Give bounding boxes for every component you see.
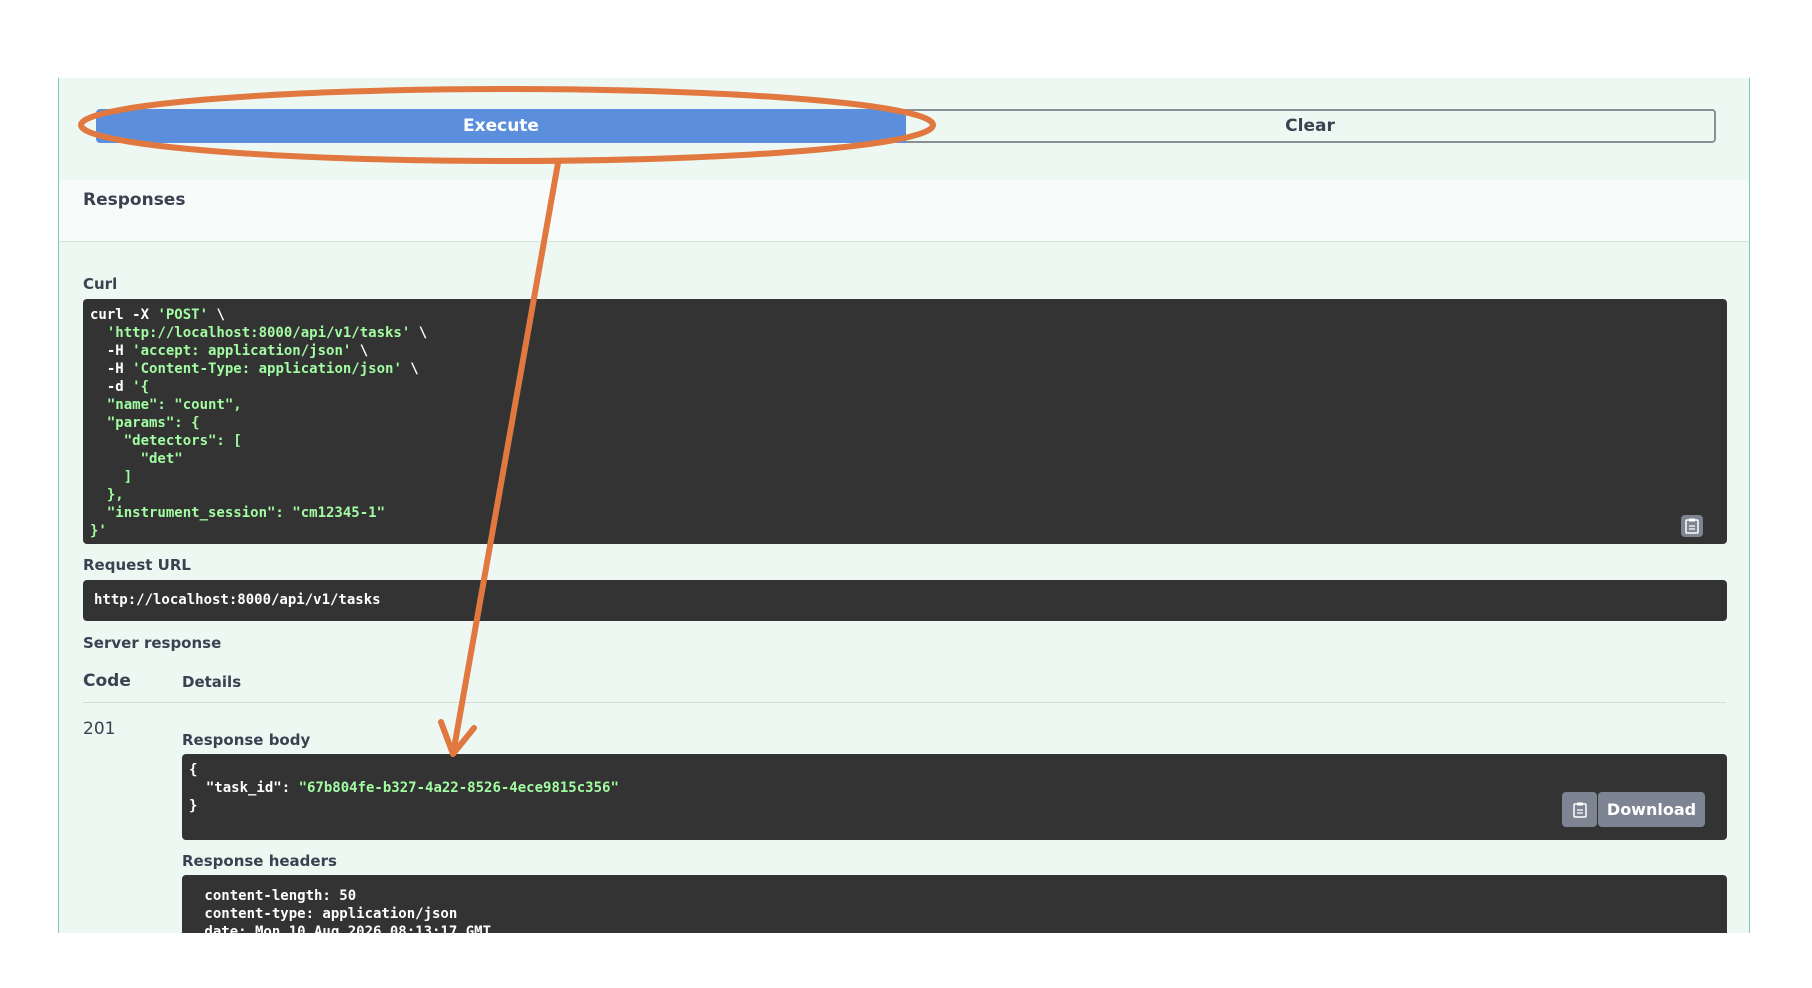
response-body-label: Response body	[182, 731, 311, 749]
clipboard-copy-icon	[1685, 518, 1699, 534]
responses-header: Responses	[59, 180, 1749, 242]
clear-button[interactable]: Clear	[906, 109, 1716, 143]
code-column-header: Code	[83, 671, 131, 691]
response-headers-label: Response headers	[182, 852, 337, 870]
response-body-line: "task_id": "67b804fe-b327-4a22-8526-4ece…	[189, 780, 619, 796]
details-column-header: Details	[182, 673, 242, 691]
curl-line: "name": "count",	[90, 397, 242, 413]
curl-line: "instrument_session": "cm12345-1"	[90, 505, 386, 521]
curl-line: ]	[90, 469, 133, 485]
response-header-line: content-length: 50	[196, 888, 357, 904]
curl-line: }'	[90, 523, 107, 539]
copy-curl-button[interactable]	[1681, 515, 1703, 537]
curl-line: "params": {	[90, 415, 200, 431]
curl-line: },	[90, 487, 124, 503]
curl-label: Curl	[83, 275, 118, 293]
server-response-label: Server response	[83, 634, 222, 652]
copy-response-button[interactable]	[1562, 792, 1597, 827]
viewport-mask	[0, 933, 1812, 988]
clipboard-copy-icon	[1572, 802, 1587, 818]
request-url-label: Request URL	[83, 556, 191, 574]
responses-title: Responses	[83, 190, 186, 210]
curl-line: "det"	[90, 451, 183, 467]
request-url-value[interactable]: http://localhost:8000/api/v1/tasks	[83, 580, 1727, 621]
curl-line: -d '{	[90, 379, 150, 395]
response-header-line: content-type: application/json	[196, 906, 458, 922]
table-header-divider	[83, 702, 1726, 703]
status-code: 201	[83, 719, 116, 739]
response-body-code-block[interactable]: { "task_id": "67b804fe-b327-4a22-8526-4e…	[182, 754, 1727, 840]
curl-line: "detectors": [	[90, 433, 242, 449]
download-button[interactable]: Download	[1598, 792, 1705, 827]
curl-line: 'http://localhost:8000/api/v1/tasks' \	[90, 325, 428, 341]
response-body-line: }	[189, 798, 198, 814]
execute-button[interactable]: Execute	[96, 109, 906, 143]
curl-line: -H 'Content-Type: application/json' \	[90, 361, 419, 377]
curl-line: -H 'accept: application/json' \	[90, 343, 369, 359]
response-body-line: {	[189, 762, 198, 778]
curl-code-block[interactable]: curl -X 'POST' \ 'http://localhost:8000/…	[83, 299, 1727, 544]
curl-line: curl -X 'POST' \	[90, 307, 225, 323]
